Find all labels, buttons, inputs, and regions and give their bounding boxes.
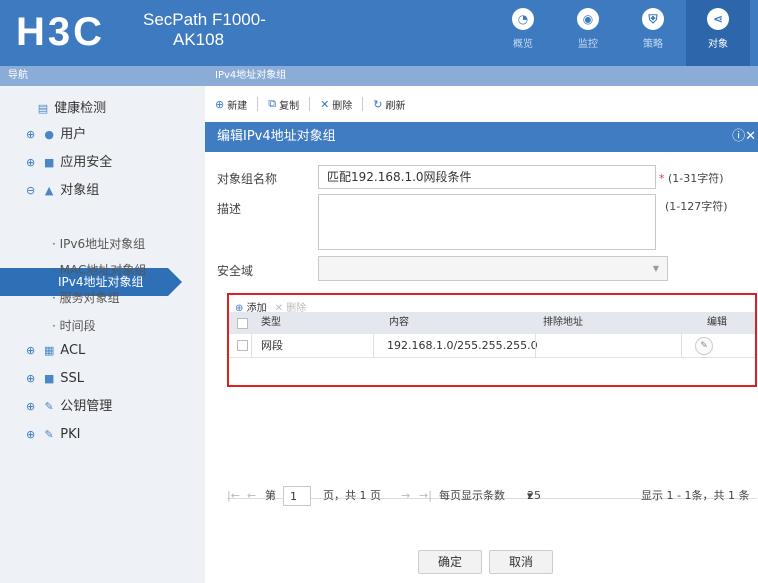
last-page-icon[interactable]: →|	[419, 486, 432, 506]
close-icon[interactable]: ✕	[745, 129, 756, 144]
sidebar: 导航 ▤ 健康检测 ⊕ ● 用户 ⊕ ■ 应用安全 ⊖ ▲ 对象组 IPv4地址…	[0, 66, 205, 583]
shield-icon: ⛨	[642, 8, 664, 30]
table-header: 类型 内容 排除地址 编辑	[229, 312, 755, 334]
dialog-title: 编辑IPv4地址对象组	[217, 129, 336, 144]
table-empty-area	[227, 387, 757, 499]
column-divider	[373, 334, 374, 358]
description-label: 描述	[217, 202, 242, 216]
toolbar: ⊕ 新建 ⧉ 复制 ✕ 删除 ↻ 刷新	[205, 94, 416, 114]
sidebar-item-pki[interactable]: ⊕ ✎ PKI	[26, 424, 80, 446]
security-zone-label: 安全域	[217, 264, 254, 278]
row-type: 网段	[261, 339, 283, 352]
acl-icon: ▦	[43, 344, 55, 357]
sidebar-item-acl[interactable]: ⊕ ▦ ACL	[26, 340, 85, 362]
dashboard-icon: ◔	[512, 8, 534, 30]
table-row[interactable]: 网段 192.168.1.0/255.255.255.0 ✎	[229, 334, 755, 358]
edit-icon[interactable]: ✎	[695, 337, 713, 355]
expand-icon: ⊕	[26, 428, 36, 441]
main-content: IPv4地址对象组 ⊕ 新建 ⧉ 复制 ✕ 删除 ↻ 刷新 编辑IPv4地址对象组 ⓘ✕…	[205, 66, 758, 583]
chevron-down-icon: ▼	[652, 264, 659, 273]
sidebar-item-key-management[interactable]: ⊕ ✎ 公钥管理	[26, 396, 112, 418]
description-input[interactable]	[318, 194, 656, 250]
share-icon: ⋖	[707, 8, 729, 30]
topnav-monitor[interactable]: ◉ 监控	[556, 0, 620, 66]
collapse-icon: ⊖	[26, 184, 36, 197]
sidebar-item-object-group[interactable]: ⊖ ▲ 对象组	[26, 180, 99, 202]
address-table-panel: ⊕ 添加 ✕ 删除 类型 内容 排除地址 编辑 网段 192.168.1.0/2…	[227, 293, 757, 387]
expand-icon: ⊕	[26, 128, 36, 141]
delete-button[interactable]: ✕ 删除	[320, 97, 352, 112]
prev-page-icon[interactable]: ←	[247, 486, 256, 506]
sidebar-subitem-time-range[interactable]: · 时间段	[52, 316, 96, 336]
sidebar-subitem-service-group[interactable]: · 服务对象组	[52, 288, 120, 308]
per-page-select[interactable]: 25 ▾	[527, 486, 541, 506]
pki-icon: ✎	[44, 428, 54, 441]
ok-button[interactable]: 确定	[418, 550, 482, 574]
per-page-label: 每页显示条数	[439, 489, 505, 502]
dialog-header: 编辑IPv4地址对象组 ⓘ✕	[205, 122, 758, 152]
pager: |← ← 第 1 页，共 1 页 → →| 每页显示条数 25 ▾ 显示 1 -…	[205, 486, 758, 506]
topnav-policy[interactable]: ⛨ 策略	[621, 0, 685, 66]
toolbar-divider	[257, 97, 259, 111]
dialog-controls: ⓘ✕	[732, 122, 756, 152]
product-name: SecPath F1000- AK108	[143, 10, 266, 49]
column-divider	[251, 334, 252, 358]
sidebar-subitem-ipv6-group[interactable]: · IPv6地址对象组	[52, 234, 145, 254]
topnav-object[interactable]: ⋖ 对象	[686, 0, 750, 66]
copy-icon: ⧉	[268, 97, 277, 110]
h3c-logo: H3C	[16, 10, 106, 54]
expand-icon: ⊕	[26, 156, 36, 169]
new-button[interactable]: ⊕ 新建	[215, 97, 247, 112]
expand-icon: ⊕	[26, 372, 36, 385]
monitor-icon: ◉	[577, 8, 599, 30]
name-hint: * (1-31字符)	[659, 172, 724, 185]
column-divider	[535, 334, 536, 358]
column-divider	[681, 334, 682, 358]
app-security-icon: ■	[43, 156, 55, 169]
sidebar-subitem-mac-group[interactable]: · MAC地址对象组	[52, 260, 146, 280]
top-header: H3C SecPath F1000- AK108 ◔ 概览 ◉ 监控 ⛨ 策略 …	[0, 0, 758, 66]
sidebar-title: 导航	[0, 66, 205, 86]
ssl-icon: ■	[43, 372, 55, 385]
sidebar-item-health-check[interactable]: ▤ 健康检测	[36, 98, 106, 120]
refresh-button[interactable]: ↻ 刷新	[373, 97, 405, 112]
object-group-icon: ▲	[44, 184, 54, 197]
cancel-button[interactable]: 取消	[489, 550, 553, 574]
expand-icon: ⊕	[26, 400, 36, 413]
refresh-icon: ↻	[373, 97, 383, 111]
next-page-icon[interactable]: →	[401, 486, 410, 506]
pager-summary: 显示 1 - 1条，共 1 条	[641, 489, 750, 502]
health-check-icon: ▤	[37, 102, 49, 115]
page-number-input[interactable]: 1	[283, 486, 311, 506]
topnav-overview[interactable]: ◔ 概览	[491, 0, 555, 66]
plus-icon: ⊕	[215, 97, 225, 111]
breadcrumb: IPv4地址对象组	[205, 66, 758, 86]
name-label: 对象组名称	[217, 172, 278, 186]
page-total: 页，共 1 页	[323, 489, 381, 502]
expand-icon: ⊕	[26, 344, 36, 357]
key-management-icon: ✎	[44, 400, 54, 413]
col-content: 内容	[389, 317, 409, 328]
sidebar-item-ssl[interactable]: ⊕ ■ SSL	[26, 368, 84, 390]
col-type: 类型	[261, 317, 281, 328]
col-exclude: 排除地址	[543, 317, 583, 328]
select-all-checkbox[interactable]	[237, 318, 248, 329]
user-icon: ●	[44, 128, 54, 141]
help-icon[interactable]: ⓘ	[732, 129, 745, 144]
row-content: 192.168.1.0/255.255.255.0	[387, 339, 538, 352]
required-mark: *	[659, 172, 665, 185]
security-zone-select[interactable]: ▼	[318, 256, 668, 281]
delete-icon: ✕	[320, 97, 330, 111]
toolbar-divider	[309, 97, 311, 111]
first-page-icon[interactable]: |←	[227, 486, 240, 506]
copy-button[interactable]: ⧉ 复制	[268, 97, 299, 112]
sidebar-item-app-security[interactable]: ⊕ ■ 应用安全	[26, 152, 112, 174]
row-checkbox[interactable]	[237, 340, 248, 351]
toolbar-divider	[362, 97, 364, 111]
description-hint: (1-127字符)	[665, 200, 728, 213]
page-prefix: 第	[265, 489, 276, 502]
sidebar-item-user[interactable]: ⊕ ● 用户	[26, 124, 86, 146]
col-edit: 编辑	[707, 317, 727, 328]
group-name-input[interactable]: 匹配192.168.1.0网段条件	[318, 165, 656, 189]
